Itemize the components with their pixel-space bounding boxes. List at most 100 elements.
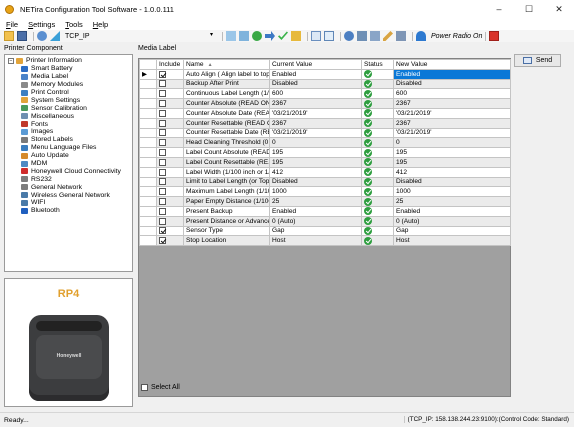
new-value-cell[interactable]: 25 [393,196,511,207]
tree-item-general-network[interactable]: General Network [8,183,132,191]
row-header[interactable] [139,225,157,237]
table-row[interactable]: Maximum Label Length (1/10... 1000 1000 [139,186,511,198]
close-button[interactable]: ✕ [544,0,574,18]
table-row[interactable]: Backup After Print Disabled Disabled [139,78,511,90]
table-row[interactable]: Counter Resettable Date (RE... '03/21/201… [139,127,511,139]
wifi-icon[interactable] [416,31,426,41]
tree-item-memory-modules[interactable]: Memory Modules [8,81,132,89]
checkmark-icon[interactable] [278,31,288,40]
check-icon[interactable] [252,31,262,41]
tree-item-miscellaneous[interactable]: Miscellaneous [8,112,132,120]
include-cell[interactable] [156,98,184,109]
tree-item-images[interactable]: Images [8,128,132,136]
menu-settings[interactable]: Settings [28,20,55,29]
dropdown-arrow-icon[interactable]: ▾ [210,31,216,41]
table-row[interactable]: Continuous Label Length (1/... 600 600 [139,88,511,100]
new-value-cell[interactable]: Enabled [393,68,511,80]
new-value-cell[interactable]: '03/21/2019' [393,107,511,119]
include-checkbox[interactable] [159,237,166,245]
new-value-cell[interactable]: 2367 [393,117,511,129]
include-cell[interactable] [156,107,184,119]
include-checkbox[interactable] [159,119,166,127]
new-value-cell[interactable]: '03/21/2019' [393,127,511,139]
new-value-cell[interactable]: 195 [393,156,511,168]
network-connection-icon[interactable] [50,31,60,41]
menu-help[interactable]: Help [93,20,108,29]
power-off-icon[interactable] [489,31,500,41]
include-cell[interactable] [156,196,184,207]
include-cell[interactable] [156,235,184,247]
table-row[interactable]: ▶ Auto Align ( Align label to top ... Enab… [139,68,511,80]
document-icon[interactable] [311,31,321,41]
tree-item-stored-labels[interactable]: Stored Labels [8,136,132,144]
include-checkbox[interactable] [159,139,166,147]
row-header[interactable] [139,205,157,217]
tree-item-sensor-calibration[interactable]: Sensor Calibration [8,104,132,112]
row-header[interactable] [139,147,157,158]
printer-component-tree[interactable]: − Printer Information Smart Battery Medi… [4,54,133,272]
row-header[interactable] [139,137,157,149]
include-checkbox[interactable] [159,188,166,196]
include-cell[interactable] [156,225,184,237]
new-value-cell[interactable]: 1000 [393,186,511,198]
new-value-cell[interactable]: Gap [393,225,511,237]
tree-item-system-settings[interactable]: System Settings [8,96,132,104]
include-cell[interactable] [156,88,184,100]
menu-tools[interactable]: Tools [65,20,83,29]
include-cell[interactable] [156,127,184,139]
table-row[interactable]: Label Width (1/100 inch or 1/... 412 412 [139,166,511,178]
table-row[interactable]: Present Backup Enabled Enabled [139,205,511,217]
column-header-include[interactable]: Include [156,59,184,70]
include-cell[interactable] [156,78,184,90]
include-cell[interactable] [156,156,184,168]
include-cell[interactable] [156,205,184,217]
include-checkbox[interactable] [159,80,166,88]
tree-item-menu-language-files[interactable]: Menu Language Files [8,144,132,152]
tree-item-rs232[interactable]: RS232 [8,175,132,183]
include-checkbox[interactable] [159,197,166,205]
new-value-cell[interactable]: 600 [393,88,511,100]
row-header[interactable] [139,78,157,90]
table-row[interactable]: Limit to Label Length (or Top ... Disable… [139,176,511,188]
table-row[interactable]: Sensor Type Gap Gap [139,225,511,237]
save-icon[interactable] [17,31,27,41]
upload-icon[interactable] [291,31,301,41]
tree-item-mdm[interactable]: MDM [8,160,132,168]
row-header[interactable] [139,235,157,247]
send-button[interactable]: Send [514,54,561,67]
include-cell[interactable] [156,215,184,227]
maximize-button[interactable]: ☐ [514,0,544,18]
select-all-checkbox[interactable] [141,384,148,391]
row-header[interactable] [139,127,157,139]
row-header[interactable] [139,196,157,207]
arrow-right-icon[interactable] [265,31,275,41]
table-row[interactable]: Counter Absolute Date (REA... '03/21/2019… [139,107,511,119]
row-header[interactable] [139,156,157,168]
tree-item-fonts[interactable]: Fonts [8,120,132,128]
table-row[interactable]: Paper Empty Distance (1/100... 25 25 [139,196,511,207]
include-checkbox[interactable] [159,109,166,117]
row-header[interactable] [139,107,157,119]
printer-settings-icon[interactable] [370,31,380,41]
row-header[interactable] [139,88,157,100]
include-cell[interactable] [156,176,184,188]
include-checkbox[interactable] [159,99,166,107]
new-value-cell[interactable]: 0 [393,137,511,149]
table-row[interactable]: Stop Location Host Host [139,235,511,247]
new-value-cell[interactable]: Disabled [393,176,511,188]
include-checkbox[interactable] [159,227,166,235]
new-value-cell[interactable]: Enabled [393,205,511,217]
reset-icon[interactable] [344,31,354,41]
column-header-name[interactable]: Name ▲ [183,59,270,70]
include-checkbox[interactable] [159,70,166,78]
column-header-status[interactable]: Status [361,59,394,70]
table-row[interactable]: Present Distance or Advance ... 0 (Auto) 0… [139,215,511,227]
include-checkbox[interactable] [159,207,166,215]
tree-item-smart-battery[interactable]: Smart Battery [8,65,132,73]
print-icon[interactable] [357,31,367,41]
grid-icon[interactable] [226,31,236,41]
power-radio-label[interactable]: Power Radio On [431,33,482,40]
printer-icon[interactable] [396,31,406,41]
open-folder-icon[interactable] [4,31,14,41]
include-cell[interactable] [156,147,184,158]
